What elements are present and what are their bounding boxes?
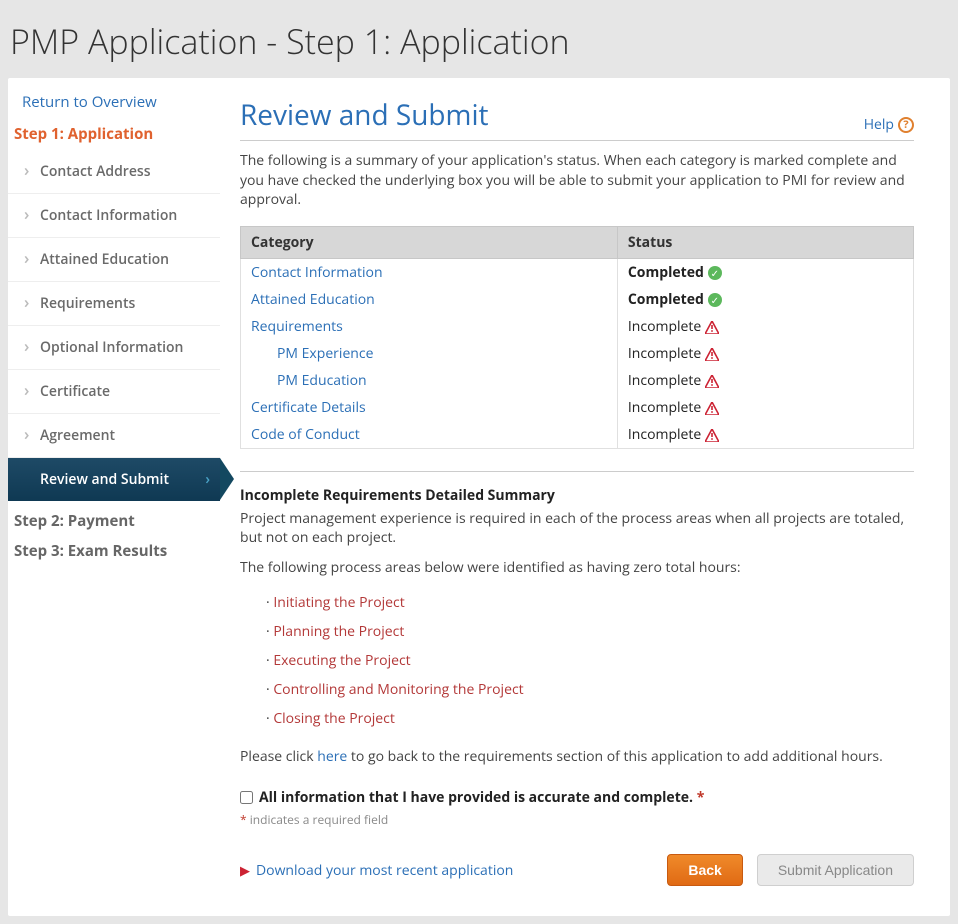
warning-icon bbox=[705, 321, 719, 334]
status-text: Incomplete bbox=[628, 398, 701, 417]
warning-icon bbox=[705, 429, 719, 442]
requirements-here-link[interactable]: here bbox=[317, 747, 347, 766]
help-icon: ? bbox=[898, 117, 914, 133]
category-link[interactable]: Requirements bbox=[251, 317, 343, 336]
table-row: Requirements Incomplete bbox=[241, 313, 914, 340]
content-area: Review and Submit Help ? The following i… bbox=[220, 78, 950, 916]
nav-review-and-submit[interactable]: Review and Submit › bbox=[8, 458, 220, 501]
table-row: Code of Conduct Incomplete bbox=[241, 421, 914, 449]
incomplete-para-2: The following process areas below were i… bbox=[240, 558, 914, 578]
nav-attained-education[interactable]: Attained Education bbox=[8, 238, 220, 282]
divider bbox=[240, 471, 914, 472]
text: to go back to the requirements section o… bbox=[347, 747, 883, 766]
col-category: Category bbox=[241, 226, 618, 258]
status-text: Incomplete bbox=[628, 344, 701, 363]
step-3-label: Step 3: Exam Results bbox=[8, 537, 220, 567]
please-click-para: Please click here to go back to the requ… bbox=[240, 747, 914, 767]
nav-certificate[interactable]: Certificate bbox=[8, 370, 220, 414]
required-note: * indicates a required field bbox=[240, 811, 914, 828]
back-button[interactable]: Back bbox=[667, 854, 742, 886]
required-asterisk: * bbox=[697, 788, 705, 807]
category-link[interactable]: Contact Information bbox=[251, 263, 383, 282]
text: Please click bbox=[240, 747, 317, 766]
content-title: Review and Submit bbox=[240, 96, 489, 134]
list-item: Closing the Project bbox=[266, 704, 914, 733]
download-icon: ▶ bbox=[240, 861, 250, 879]
check-icon: ✓ bbox=[708, 293, 722, 307]
nav-optional-information[interactable]: Optional Information bbox=[8, 326, 220, 370]
intro-text: The following is a summary of your appli… bbox=[240, 151, 914, 210]
content-header: Review and Submit Help ? bbox=[240, 96, 914, 141]
confirm-row: All information that I have provided is … bbox=[240, 788, 914, 807]
help-link[interactable]: Help ? bbox=[864, 115, 914, 134]
status-text: Incomplete bbox=[628, 371, 701, 390]
confirm-label[interactable]: All information that I have provided is … bbox=[259, 788, 704, 807]
status-table: Category Status Contact Information Compl… bbox=[240, 226, 914, 449]
confirm-checkbox[interactable] bbox=[240, 791, 253, 804]
col-status: Status bbox=[617, 226, 913, 258]
chevron-right-icon: › bbox=[205, 470, 210, 489]
confirm-text: All information that I have provided is … bbox=[259, 788, 693, 807]
table-row: PM Education Incomplete bbox=[241, 367, 914, 394]
nav-agreement[interactable]: Agreement bbox=[8, 414, 220, 458]
status-text: Completed bbox=[628, 263, 704, 282]
main-panel: Return to Overview Step 1: Application C… bbox=[8, 78, 950, 916]
status-text: Incomplete bbox=[628, 317, 701, 336]
incomplete-para-1: Project management experience is require… bbox=[240, 509, 914, 548]
button-row: Back Submit Application bbox=[667, 854, 914, 886]
status-text: Completed bbox=[628, 290, 704, 309]
step-1-label: Step 1: Application bbox=[8, 120, 220, 150]
nav-contact-address[interactable]: Contact Address bbox=[8, 150, 220, 194]
download-label: Download your most recent application bbox=[256, 861, 513, 880]
submit-application-button[interactable]: Submit Application bbox=[757, 854, 914, 886]
nav-contact-information[interactable]: Contact Information bbox=[8, 194, 220, 238]
check-icon: ✓ bbox=[708, 266, 722, 280]
list-item: Planning the Project bbox=[266, 617, 914, 646]
table-row: Contact Information Completed ✓ bbox=[241, 258, 914, 286]
nav-item-label: Review and Submit bbox=[40, 470, 169, 489]
list-item: Initiating the Project bbox=[266, 588, 914, 617]
zero-hours-list: Initiating the ProjectPlanning the Proje… bbox=[240, 588, 914, 733]
incomplete-heading: Incomplete Requirements Detailed Summary bbox=[240, 486, 914, 505]
return-to-overview-link[interactable]: Return to Overview bbox=[8, 92, 220, 120]
download-application-link[interactable]: ▶ Download your most recent application bbox=[240, 861, 513, 880]
page-title: PMP Application - Step 1: Application bbox=[0, 0, 958, 78]
table-row: Attained Education Completed ✓ bbox=[241, 286, 914, 313]
step-2-label: Step 2: Payment bbox=[8, 501, 220, 537]
category-link[interactable]: Code of Conduct bbox=[251, 425, 360, 444]
sidebar: Return to Overview Step 1: Application C… bbox=[8, 78, 220, 916]
help-label: Help bbox=[864, 115, 894, 134]
category-link[interactable]: PM Experience bbox=[277, 344, 373, 363]
status-text: Incomplete bbox=[628, 425, 701, 444]
category-link[interactable]: Certificate Details bbox=[251, 398, 366, 417]
warning-icon bbox=[705, 348, 719, 361]
table-row: Certificate Details Incomplete bbox=[241, 394, 914, 421]
footer-row: ▶ Download your most recent application … bbox=[240, 854, 914, 886]
category-link[interactable]: Attained Education bbox=[251, 290, 375, 309]
warning-icon bbox=[705, 402, 719, 415]
nav-requirements[interactable]: Requirements bbox=[8, 282, 220, 326]
req-note-text: indicates a required field bbox=[247, 811, 389, 828]
list-item: Executing the Project bbox=[266, 646, 914, 675]
warning-icon bbox=[705, 375, 719, 388]
table-row: PM Experience Incomplete bbox=[241, 340, 914, 367]
list-item: Controlling and Monitoring the Project bbox=[266, 675, 914, 704]
category-link[interactable]: PM Education bbox=[277, 371, 367, 390]
